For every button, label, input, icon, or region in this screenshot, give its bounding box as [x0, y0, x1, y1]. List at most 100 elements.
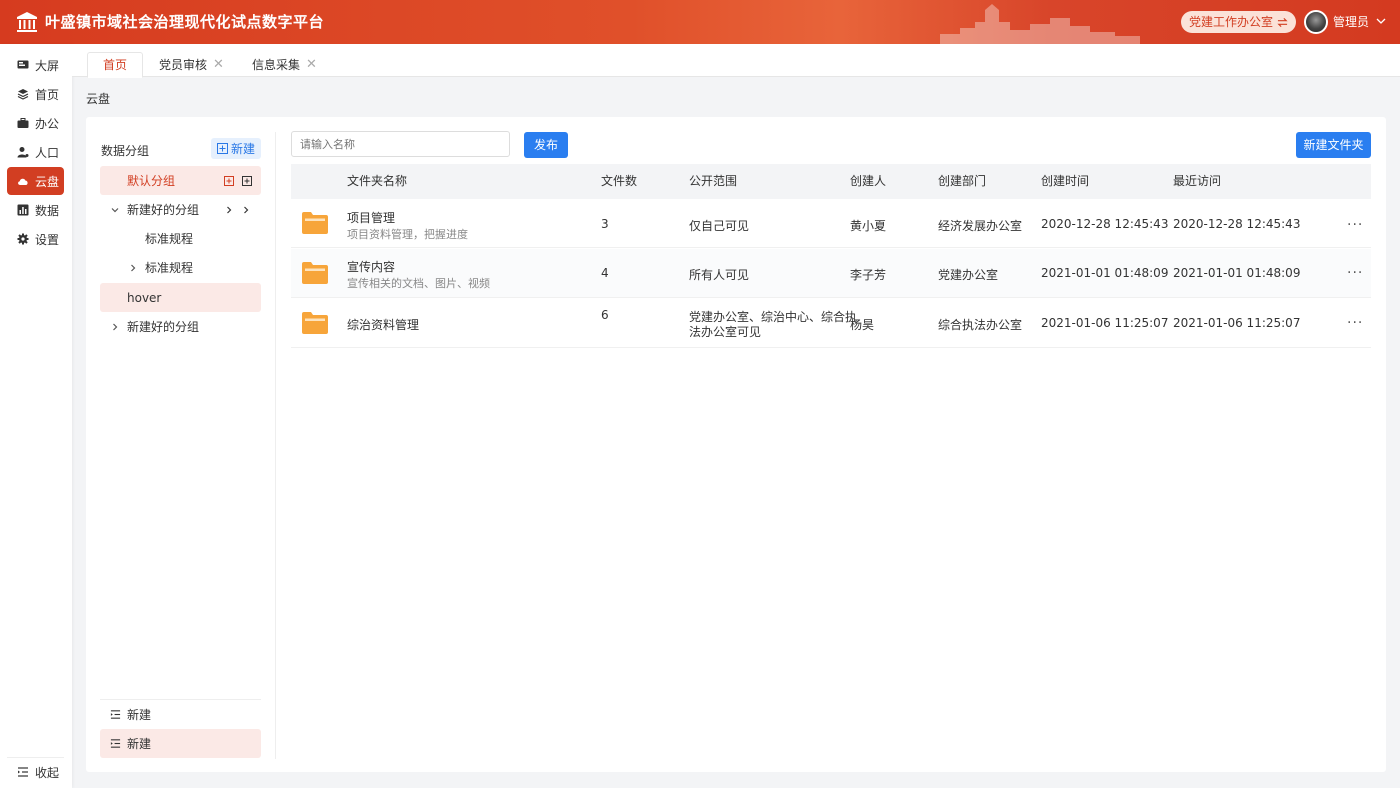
screen-icon [17, 60, 29, 69]
group-item-standard[interactable]: 标准规程 [100, 224, 261, 253]
breadcrumb: 云盘 [86, 92, 111, 106]
more-icon[interactable]: ··· [1347, 217, 1363, 233]
visited-time: 2021-01-01 01:48:09 [1173, 266, 1301, 280]
bottom-item-label: 新建 [127, 737, 152, 751]
close-icon[interactable]: ✕ [213, 53, 224, 77]
swap-icon [1277, 17, 1288, 27]
group-item-label: 标准规程 [145, 261, 194, 275]
plus-square-icon[interactable] [242, 176, 252, 186]
sidebar-item-cloud[interactable]: 云盘 [7, 167, 64, 195]
tab-info-collection[interactable]: 信息采集 ✕ [252, 52, 317, 77]
tab-home[interactable]: 首页 [87, 52, 144, 78]
new-group-label: 新建 [230, 142, 255, 156]
group-item-standard[interactable]: 标准规程 [100, 253, 261, 282]
visited-time: 2020-12-28 12:45:43 [1173, 217, 1301, 231]
group-item-label: 新建好的分组 [127, 203, 200, 217]
column-header: 创建时间 [1041, 174, 1090, 188]
tab-member-review[interactable]: 党员审核 ✕ [159, 52, 224, 77]
sidebar-item-label: 设置 [35, 232, 60, 247]
column-header: 文件数 [601, 174, 638, 188]
briefcase-icon [17, 118, 29, 128]
person-icon [17, 147, 29, 158]
cloud-icon [18, 178, 28, 185]
group-item-new[interactable]: 新建好的分组 [100, 312, 261, 341]
file-count: 4 [601, 266, 609, 280]
chevron-right-icon[interactable] [128, 263, 138, 273]
creator: 黄小夏 [850, 219, 887, 233]
bottom-new-item[interactable]: 新建 [100, 700, 261, 729]
group-title: 数据分组 [101, 144, 150, 158]
user-name[interactable]: 管理员 [1333, 0, 1369, 44]
scope-text: 仅自己可见 [689, 219, 750, 233]
folder-icon [302, 262, 328, 284]
file-count: 3 [601, 217, 609, 231]
chevron-right-icon[interactable] [241, 205, 251, 215]
sidebar-item-label: 云盘 [35, 174, 60, 189]
sidebar-item-label: 办公 [35, 116, 60, 131]
column-header: 公开范围 [689, 174, 738, 188]
folder-desc: 宣传相关的文档、图片、视频 [347, 277, 490, 290]
office-switch-label: 党建工作办公室 [1189, 15, 1274, 29]
sidebar-item-settings[interactable]: 设置 [7, 225, 64, 253]
publish-button[interactable]: 发布 [524, 132, 568, 158]
department: 综合执法办公室 [938, 318, 1023, 332]
app-title: 叶盛镇市域社会治理现代化试点数字平台 [45, 13, 325, 31]
created-time: 2021-01-01 01:48:09 [1041, 266, 1169, 280]
plus-square-icon[interactable] [224, 176, 234, 186]
sidebar-item-home[interactable]: 首页 [7, 80, 64, 108]
plus-square-icon [216, 143, 228, 154]
new-folder-button[interactable]: 新建文件夹 [1296, 132, 1371, 158]
sidebar-item-label: 人口 [35, 145, 60, 160]
group-item-label: 默认分组 [127, 174, 176, 188]
sidebar-item-data[interactable]: 数据 [7, 196, 64, 224]
search-input[interactable] [291, 131, 510, 157]
group-item-new[interactable]: 新建好的分组 [100, 195, 261, 224]
folder-name[interactable]: 宣传内容 [347, 258, 395, 275]
bottom-new-item[interactable]: 新建 [100, 729, 261, 758]
sidebar-item-dashboard[interactable]: 大屏 [7, 51, 64, 79]
department: 经济发展办公室 [938, 219, 1023, 233]
chevron-right-icon[interactable] [110, 322, 120, 332]
gear-icon [17, 233, 29, 245]
table-row[interactable]: 宣传内容 宣传相关的文档、图片、视频 4 所有人可见 李子芳 党建办公室 202… [291, 249, 1371, 298]
user-avatar[interactable] [1304, 10, 1328, 34]
creator: 杨昊 [850, 318, 875, 332]
cloud-disk-panel: 数据分组 新建 默认分组 新建好的分组 标准规程 标准规程 hover 新建好的… [86, 117, 1386, 772]
group-item-label: hover [127, 290, 162, 305]
more-icon[interactable]: ··· [1347, 265, 1363, 281]
sidebar-item-population[interactable]: 人口 [7, 138, 64, 166]
chevron-down-icon[interactable] [110, 205, 120, 215]
sidebar-item-office[interactable]: 办公 [7, 109, 64, 137]
new-group-button[interactable]: 新建 [211, 138, 261, 159]
chevron-down-icon[interactable] [1376, 16, 1386, 26]
chevron-right-icon[interactable] [224, 205, 234, 215]
office-switch-button[interactable]: 党建工作办公室 [1181, 11, 1297, 33]
department: 党建办公室 [938, 268, 999, 282]
sidebar-item-label: 数据 [35, 203, 60, 218]
chart-icon [17, 204, 29, 216]
sidebar-collapse-label: 收起 [35, 765, 60, 780]
bottom-item-label: 新建 [127, 708, 152, 722]
government-building-icon [17, 12, 37, 32]
sidebar-collapse-button[interactable]: 收起 [7, 758, 59, 786]
skyline-decoration [940, 4, 1140, 44]
table-row[interactable]: 综治资料管理 6 党建办公室、综治中心、综合执 法办公室可见 杨昊 综合执法办公… [291, 299, 1371, 348]
table-header: 文件夹名称 文件数 公开范围 创建人 创建部门 创建时间 最近访问 [291, 164, 1371, 199]
group-item-label: 标准规程 [145, 232, 194, 246]
creator: 李子芳 [850, 268, 887, 282]
column-header: 创建人 [850, 174, 887, 188]
folder-icon [302, 212, 328, 234]
folder-name[interactable]: 综治资料管理 [347, 316, 419, 333]
column-header: 文件夹名称 [347, 174, 408, 188]
table-row[interactable]: 项目管理 项目资料管理，把握进度 3 仅自己可见 黄小夏 经济发展办公室 202… [291, 199, 1371, 248]
folder-name[interactable]: 项目管理 [347, 209, 395, 226]
group-item-default[interactable]: 默认分组 [100, 166, 261, 195]
close-icon[interactable]: ✕ [306, 53, 317, 77]
group-item-hover[interactable]: hover [100, 283, 261, 312]
collapse-menu-icon [18, 767, 28, 777]
visited-time: 2021-01-06 11:25:07 [1173, 316, 1301, 330]
created-time: 2021-01-06 11:25:07 [1041, 316, 1169, 330]
folder-icon [302, 312, 328, 334]
more-icon[interactable]: ··· [1347, 315, 1363, 331]
sidebar-item-label: 首页 [35, 87, 60, 102]
